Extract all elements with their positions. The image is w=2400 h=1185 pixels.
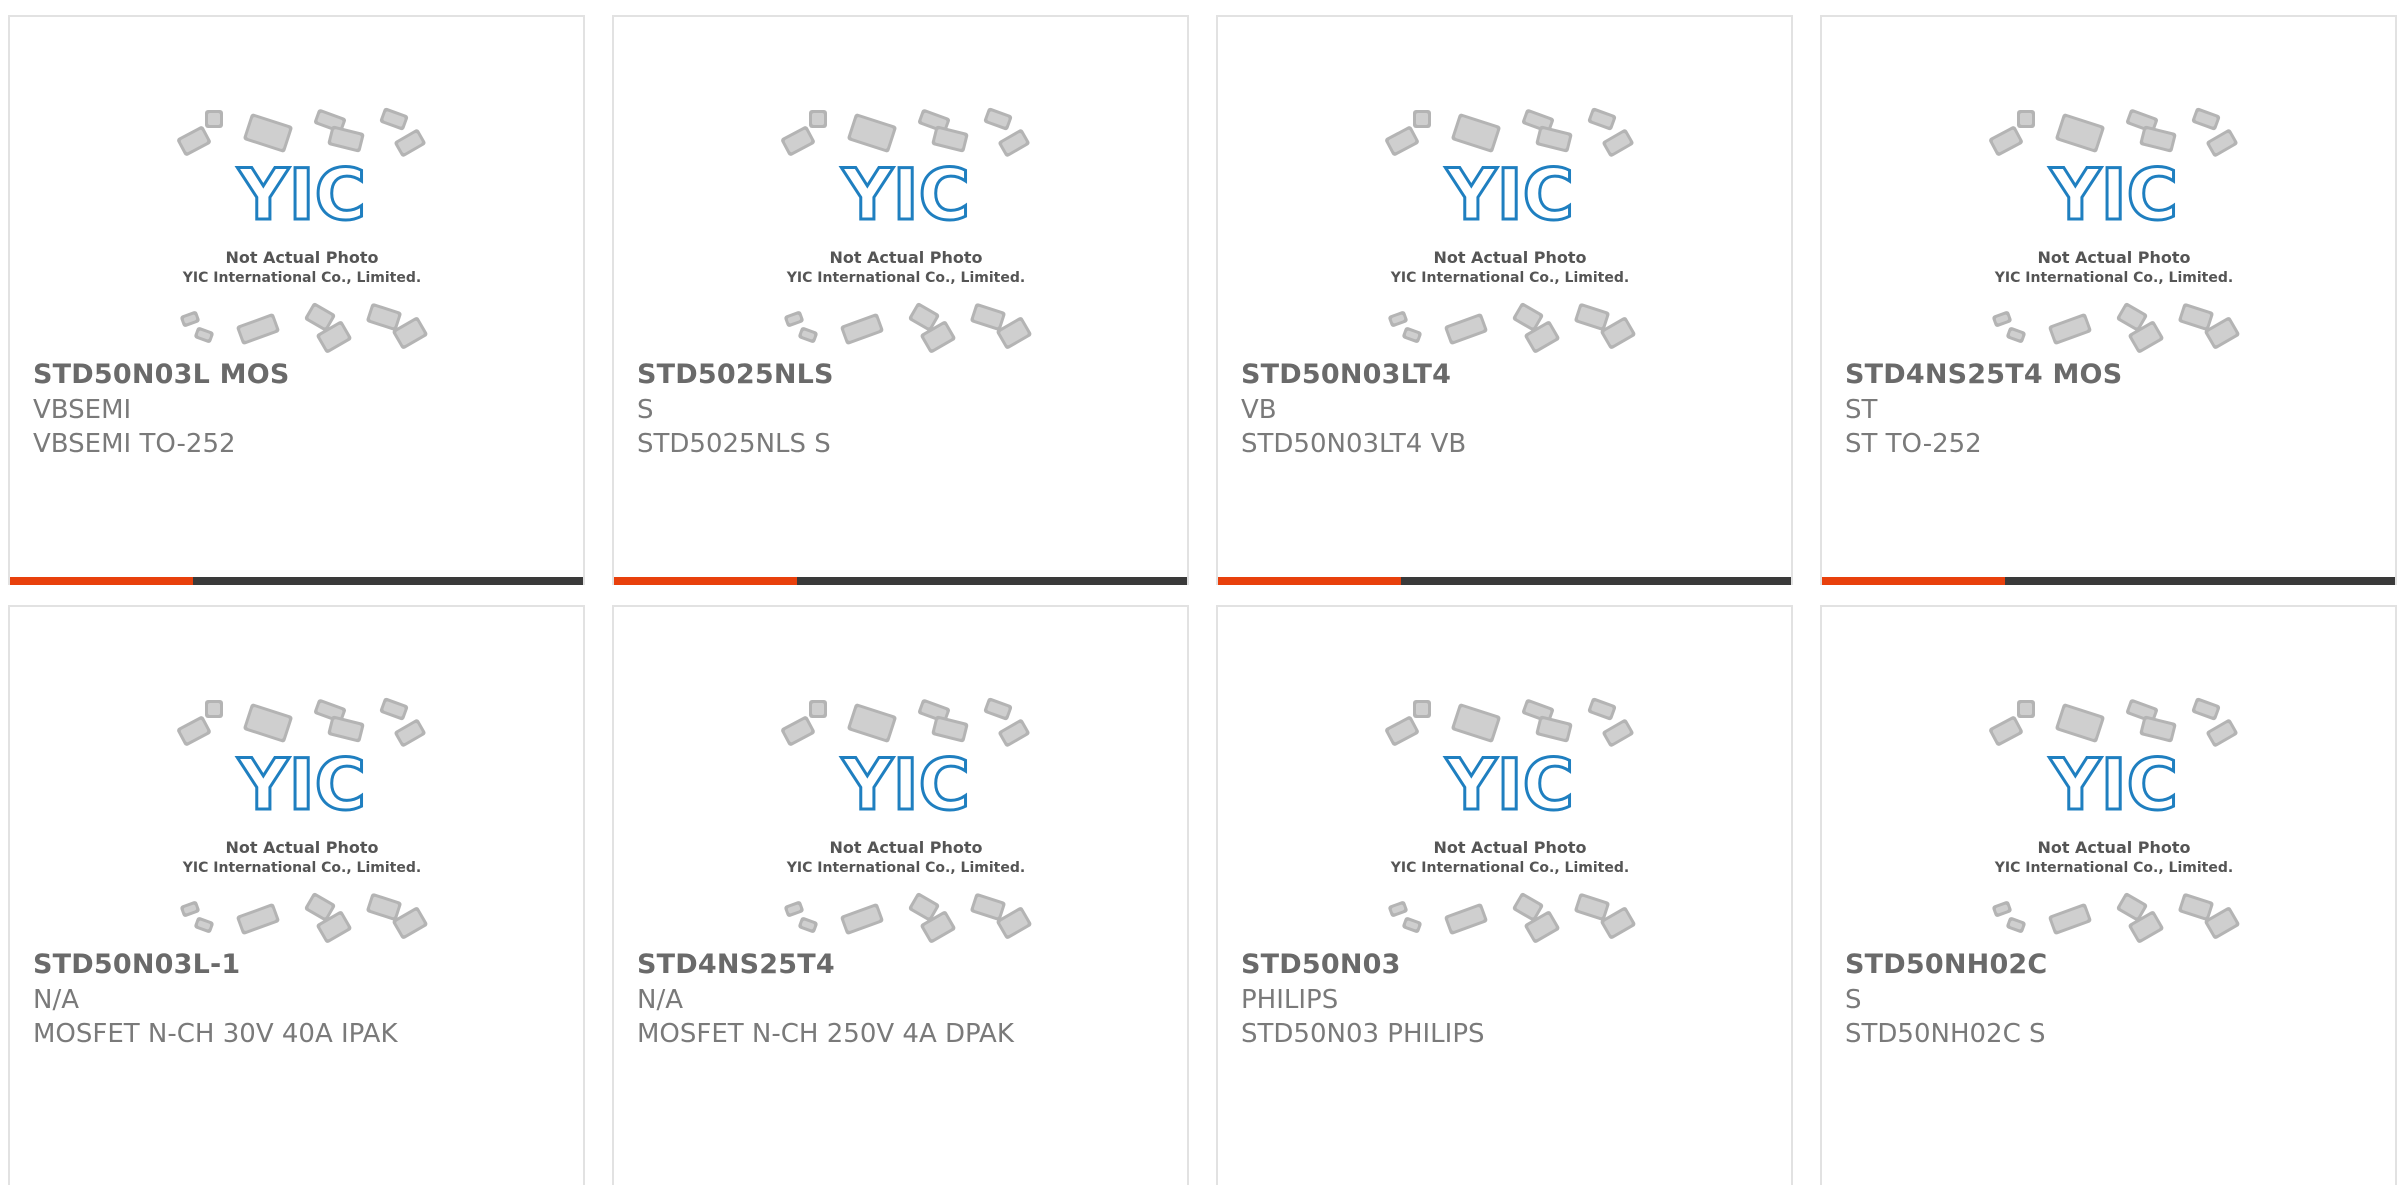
placeholder-company: YIC International Co., Limited.	[182, 270, 421, 286]
product-card[interactable]: YIC Not Actual Photo YIC International Co.…	[612, 605, 1189, 1185]
product-description: MOSFET N-CH 250V 4A DPAK	[637, 1019, 1014, 1049]
card-hover-bar-accent	[10, 577, 194, 585]
yic-placeholder-icon: YIC Not Actual Photo YIC International Co.…	[1385, 107, 1636, 353]
product-brand: S	[637, 395, 654, 425]
product-description: VBSEMI TO-252	[33, 429, 236, 459]
yic-logo: YIC	[2049, 154, 2178, 236]
product-image-placeholder: YIC Not Actual Photo YIC International Co.…	[170, 107, 434, 357]
yic-logo: YIC	[2049, 744, 2178, 826]
card-hover-bar	[10, 577, 583, 585]
yic-placeholder-icon: YIC Not Actual Photo YIC International Co.…	[177, 697, 428, 943]
product-brand: S	[1845, 985, 1862, 1015]
product-brand: ST	[1845, 395, 1878, 425]
product-card[interactable]: YIC Not Actual Photo YIC International Co.…	[1216, 15, 1793, 585]
product-card[interactable]: YIC Not Actual Photo YIC International Co.…	[1820, 15, 2397, 585]
placeholder-caption: Not Actual Photo	[829, 838, 982, 857]
yic-placeholder-icon: YIC Not Actual Photo YIC International Co.…	[1385, 697, 1636, 943]
card-hover-bar	[614, 577, 1187, 585]
product-image-placeholder: YIC Not Actual Photo YIC International Co.…	[1982, 697, 2246, 947]
yic-placeholder-icon: YIC Not Actual Photo YIC International Co.…	[1989, 697, 2240, 943]
product-brand: VBSEMI	[33, 395, 132, 425]
product-card[interactable]: YIC Not Actual Photo YIC International Co.…	[612, 15, 1189, 585]
product-grid: YIC Not Actual Photo YIC International Co.…	[0, 0, 2400, 1185]
product-description: STD50NH02C S	[1845, 1019, 2046, 1049]
placeholder-caption: Not Actual Photo	[1433, 248, 1586, 267]
placeholder-company: YIC International Co., Limited.	[786, 270, 1025, 286]
product-card[interactable]: YIC Not Actual Photo YIC International Co.…	[1216, 605, 1793, 1185]
yic-logo: YIC	[841, 744, 970, 826]
product-image-placeholder: YIC Not Actual Photo YIC International Co.…	[170, 697, 434, 947]
placeholder-caption: Not Actual Photo	[1433, 838, 1586, 857]
yic-logo: YIC	[237, 154, 366, 236]
product-part-number: STD4NS25T4	[637, 949, 835, 980]
product-image-placeholder: YIC Not Actual Photo YIC International Co.…	[774, 697, 1038, 947]
placeholder-caption: Not Actual Photo	[225, 248, 378, 267]
card-hover-bar-accent	[1822, 577, 2006, 585]
product-image-placeholder: YIC Not Actual Photo YIC International Co.…	[1982, 107, 2246, 357]
placeholder-caption: Not Actual Photo	[2037, 838, 2190, 857]
product-part-number: STD50N03L MOS	[33, 359, 290, 390]
product-card[interactable]: YIC Not Actual Photo YIC International Co.…	[8, 605, 585, 1185]
yic-placeholder-icon: YIC Not Actual Photo YIC International Co.…	[781, 107, 1032, 353]
product-part-number: STD4NS25T4 MOS	[1845, 359, 2123, 390]
placeholder-company: YIC International Co., Limited.	[1390, 270, 1629, 286]
card-hover-bar-accent	[614, 577, 798, 585]
product-description: STD5025NLS S	[637, 429, 831, 459]
card-hover-bar-accent	[1218, 577, 1402, 585]
product-image-placeholder: YIC Not Actual Photo YIC International Co.…	[774, 107, 1038, 357]
product-brand: VB	[1241, 395, 1277, 425]
yic-placeholder-icon: YIC Not Actual Photo YIC International Co.…	[781, 697, 1032, 943]
placeholder-caption: Not Actual Photo	[2037, 248, 2190, 267]
product-description: STD50N03LT4 VB	[1241, 429, 1467, 459]
yic-placeholder-icon: YIC Not Actual Photo YIC International Co.…	[177, 107, 428, 353]
product-image-placeholder: YIC Not Actual Photo YIC International Co.…	[1378, 107, 1642, 357]
card-hover-bar	[1218, 577, 1791, 585]
placeholder-company: YIC International Co., Limited.	[1994, 270, 2233, 286]
product-card[interactable]: YIC Not Actual Photo YIC International Co.…	[1820, 605, 2397, 1185]
product-description: MOSFET N-CH 30V 40A IPAK	[33, 1019, 398, 1049]
yic-logo: YIC	[237, 744, 366, 826]
product-part-number: STD5025NLS	[637, 359, 834, 390]
product-image-placeholder: YIC Not Actual Photo YIC International Co.…	[1378, 697, 1642, 947]
product-description: ST TO-252	[1845, 429, 1982, 459]
product-description: STD50N03 PHILIPS	[1241, 1019, 1485, 1049]
yic-logo: YIC	[841, 154, 970, 236]
product-part-number: STD50N03	[1241, 949, 1401, 980]
placeholder-caption: Not Actual Photo	[225, 838, 378, 857]
yic-logo: YIC	[1445, 744, 1574, 826]
placeholder-company: YIC International Co., Limited.	[786, 860, 1025, 876]
product-brand: N/A	[637, 985, 683, 1015]
product-part-number: STD50NH02C	[1845, 949, 2048, 980]
product-card[interactable]: YIC Not Actual Photo YIC International Co.…	[8, 15, 585, 585]
placeholder-company: YIC International Co., Limited.	[182, 860, 421, 876]
placeholder-caption: Not Actual Photo	[829, 248, 982, 267]
placeholder-company: YIC International Co., Limited.	[1390, 860, 1629, 876]
product-part-number: STD50N03L-1	[33, 949, 241, 980]
yic-logo: YIC	[1445, 154, 1574, 236]
product-brand: PHILIPS	[1241, 985, 1339, 1015]
yic-placeholder-icon: YIC Not Actual Photo YIC International Co.…	[1989, 107, 2240, 353]
product-part-number: STD50N03LT4	[1241, 359, 1452, 390]
placeholder-company: YIC International Co., Limited.	[1994, 860, 2233, 876]
card-hover-bar	[1822, 577, 2395, 585]
product-brand: N/A	[33, 985, 79, 1015]
